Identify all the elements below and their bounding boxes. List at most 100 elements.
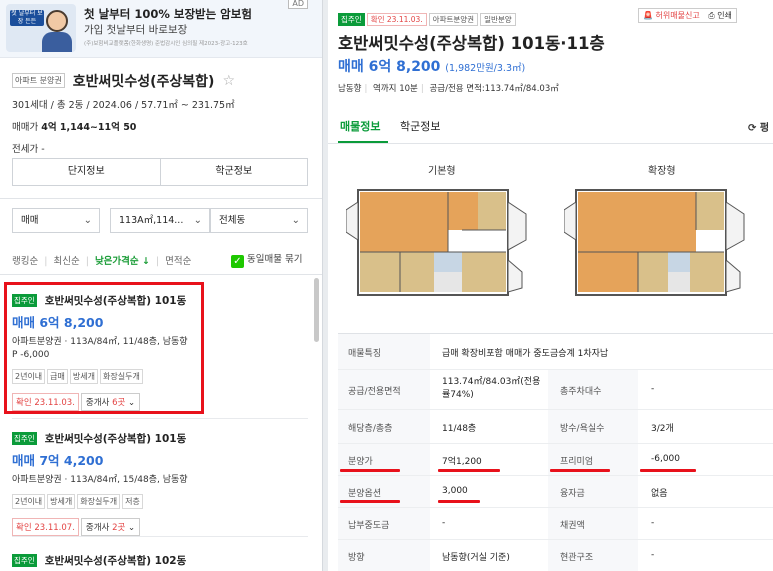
tab-school-info[interactable]: 학군정보: [400, 118, 440, 134]
ad-badge: AD: [288, 0, 308, 9]
annotation-underline: [340, 469, 400, 472]
table-value: -: [651, 384, 655, 394]
sort-area[interactable]: 면적순: [165, 256, 191, 267]
chevron-down-icon: ⌄: [193, 215, 202, 226]
table-key: 분양옵션: [348, 489, 382, 499]
detail-area: 공급/전용 면적:113.74㎡/84.03㎡: [429, 84, 559, 94]
table-value: 없음: [651, 489, 668, 499]
trade-type-value: 매매: [21, 215, 39, 226]
annotation-underline: [640, 469, 696, 472]
listing-price: 매매 7억 4,200: [12, 453, 104, 468]
sort-ranking[interactable]: 랭킹순: [12, 256, 38, 267]
listing-name: 호반써밋수성(주상복합) 102동: [44, 555, 187, 567]
detail-tabs: 매물정보 학군정보 ⟳ 펑: [328, 108, 773, 144]
report-fake-button[interactable]: 허위매물신고: [656, 11, 700, 20]
table-key: 총주차대수: [560, 387, 602, 397]
ad-banner[interactable]: 첫 날부터 보장 든든 첫 날부터 100% 보장받는 암보험 가입 첫날부터 …: [0, 0, 322, 58]
table-value: 113.74㎡/84.03㎡(전용률74%): [442, 377, 541, 400]
detail-direction: 남동향: [338, 84, 362, 94]
divider: [0, 198, 322, 199]
table-value: 7억1,200: [442, 457, 482, 467]
table-value: -: [651, 518, 655, 528]
plan-label-extended: 확장형: [648, 166, 676, 177]
table-value: -: [442, 518, 446, 528]
table-value: -6,000: [651, 454, 681, 464]
print-label: 인쇄: [717, 11, 732, 20]
trade-type-select[interactable]: 매매 ⌄: [12, 208, 100, 233]
person-body-illustration: [42, 32, 72, 52]
sort-latest[interactable]: 최신순: [53, 256, 79, 267]
divider: [12, 536, 308, 537]
owner-tag: 집주인: [12, 554, 37, 567]
sort-low-price[interactable]: 낮은가격순 ↓: [95, 256, 150, 267]
annotation-underline: [340, 500, 400, 503]
area-select[interactable]: 113A㎡,114... ⌄: [110, 208, 210, 233]
star-icon[interactable]: ☆: [223, 73, 236, 89]
agent-label: 중개사: [85, 522, 110, 533]
complex-type-tag: 아파트 분양권: [12, 73, 65, 88]
table-row: 방향 남동향(거실 기준) 현관구조 -: [338, 540, 773, 571]
ad-title: 첫 날부터 100% 보장받는 암보험: [84, 7, 252, 21]
detail-meta: 남동향 | 역까지 10분 | 공급/전용 면적:113.74㎡/84.03㎡: [338, 84, 559, 94]
tab-listing-info[interactable]: 매물정보: [340, 118, 380, 134]
complex-info-tabs: 단지정보 학군정보: [12, 158, 308, 186]
owner-tag: 집주인: [338, 13, 365, 26]
type-tag: 아파트분양권: [428, 13, 479, 26]
detail-title: 호반써밋수성(주상복합) 101동·11층: [338, 34, 605, 53]
listing-tag: 2년이내: [12, 494, 46, 509]
listing-tags: 2년이내 방세개 화장실두개 저층: [12, 489, 308, 509]
plan-label-basic: 기본형: [428, 166, 456, 177]
building-select[interactable]: 전체동 ⌄: [210, 208, 308, 233]
detail-pane: 집주인 확인 23.11.03. 아파트분양권 일반분양 🚨 허위매물신고 ⎙ 인쇄 …: [328, 0, 773, 571]
print-button[interactable]: ⎙ 인쇄: [708, 11, 732, 20]
active-tab-indicator: [338, 141, 388, 143]
area-value: 113A㎡,114...: [119, 215, 184, 226]
floor-plan-extended[interactable]: [564, 180, 749, 305]
person-illustration-icon: [46, 10, 68, 32]
app-root: 첫 날부터 보장 든든 첫 날부터 100% 보장받는 암보험 가입 첫날부터 …: [0, 0, 773, 571]
detail-price-value: 매매 6억 8,200: [338, 59, 441, 75]
annotation-underline: [438, 469, 500, 472]
table-key: 매물특징: [348, 349, 382, 359]
sort-options: 랭킹순 | 최신순 | 낮은가격순 ↓ | 면적순: [12, 256, 192, 267]
complex-info: 301세대 / 총 2동 / 2024.06 / 57.71㎡ ~ 231.75…: [12, 99, 235, 111]
agent-count-button[interactable]: 중개사 2곳 ⌄: [80, 517, 141, 536]
listing-item[interactable]: 집주인 호반써밋수성(주상복합) 102동: [12, 550, 308, 569]
sale-price-line: 매매가 4억 1,144~11억 50: [12, 119, 312, 133]
table-key: 공급/전용면적: [348, 387, 401, 397]
table-key: 융자금: [560, 489, 585, 499]
ad-subtitle: 가입 첫날부터 바로보장: [84, 24, 188, 36]
table-row: 분양가 7억1,200 프리미엄 -6,000: [338, 444, 773, 476]
agent-count: 2곳: [112, 522, 126, 533]
listing-desc: 아파트분양권 · 113A/84㎡, 15/48층, 남동향: [12, 475, 188, 485]
complex-info-button[interactable]: 단지정보: [13, 159, 160, 185]
table-row: 공급/전용면적 113.74㎡/84.03㎡(전용률74%) 총주차대수 -: [338, 370, 773, 410]
detail-station-distance: 역까지 10분: [373, 84, 418, 94]
table-row: 분양옵션 3,000 융자금 없음: [338, 476, 773, 508]
refresh-button[interactable]: ⟳ 펑: [748, 119, 769, 134]
ad-image: 첫 날부터 보장 든든: [6, 4, 76, 52]
siren-icon: 🚨: [643, 11, 653, 20]
table-value: -: [651, 550, 655, 560]
sale-price-label: 매매가: [12, 121, 39, 133]
table-row: 해당층/총층 11/48층 방수/욕실수 3/2개: [338, 410, 773, 444]
listing-info-table: 매물특징 급매 확장비포함 매매가 중도금승계 1차자납 공급/전용면적 113…: [338, 333, 773, 571]
table-key: 프리미엄: [560, 457, 594, 467]
table-value: 3,000: [442, 486, 468, 496]
checkbox-checked-icon[interactable]: ✓: [231, 255, 244, 268]
table-value: 남동향(거실 기준): [442, 553, 510, 563]
group-duplicates-label: 동일매물 묶기: [247, 254, 303, 265]
listing-item[interactable]: 집주인 호반써밋수성(주상복합) 101동 매매 7억 4,200 아파트분양권…: [12, 428, 308, 536]
annotation-underline: [550, 469, 610, 472]
confirm-date-badge: 확인 23.11.07.: [12, 517, 79, 536]
ad-image-tag: 첫 날부터 보장 든든: [10, 10, 44, 26]
table-row: 매물특징 급매 확장비포함 매매가 중도금승계 1차자납: [338, 334, 773, 370]
school-info-button[interactable]: 학군정보: [159, 159, 308, 185]
listing-tag: 방세개: [47, 494, 76, 509]
floor-plan-basic[interactable]: [346, 180, 531, 305]
group-duplicates-toggle[interactable]: ✓ 동일매물 묶기: [231, 251, 302, 268]
divider: [0, 274, 322, 275]
scrollbar-thumb[interactable]: [314, 278, 319, 342]
rent-price-label: 전세가: [12, 143, 39, 155]
detail-price: 매매 6억 8,200 (1,982만원/3.3㎡): [338, 56, 525, 76]
